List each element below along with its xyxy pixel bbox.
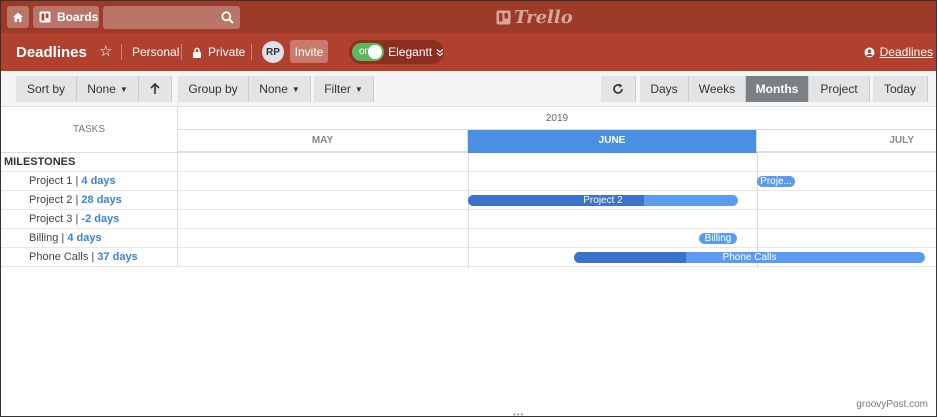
- task-duration: -2 days: [81, 213, 120, 225]
- privacy-label: Private: [208, 45, 246, 59]
- board-link[interactable]: Deadlines: [864, 45, 933, 59]
- tasks-column-header: TASKS: [1, 107, 178, 153]
- trello-logo[interactable]: Trello: [496, 7, 573, 28]
- group-label-milestones: MILESTONES: [1, 153, 178, 172]
- year-header: 2019: [178, 107, 936, 130]
- task-name: Project 1: [29, 175, 73, 187]
- divider: [251, 44, 252, 60]
- sort-direction-button[interactable]: [139, 76, 172, 102]
- search-icon: [221, 11, 234, 24]
- task-name: Project 3: [29, 213, 73, 225]
- filter-dropdown[interactable]: Filter ▼: [314, 76, 374, 102]
- view-days-label: Days: [650, 82, 678, 96]
- task-bar-billing[interactable]: Billing: [699, 233, 737, 244]
- home-button[interactable]: [7, 6, 29, 28]
- row-grid: [178, 210, 936, 229]
- month-header-may: MAY: [178, 130, 468, 153]
- row-grid: [178, 229, 936, 248]
- elegantt-toggle[interactable]: on Elegantt: [349, 40, 444, 64]
- row-grid: [178, 153, 936, 172]
- caret-down-icon: ▼: [119, 84, 128, 94]
- task-name: Phone Calls: [29, 251, 89, 263]
- divider: [181, 44, 182, 60]
- star-icon[interactable]: ☆: [99, 42, 112, 60]
- task-bar-label: Project 2: [583, 195, 623, 206]
- board-link-label: Deadlines: [879, 45, 933, 59]
- month-gridline: [468, 153, 469, 269]
- team-visibility-button[interactable]: Personal: [132, 45, 179, 59]
- view-project-label: Project: [820, 82, 858, 96]
- divider: [121, 44, 122, 60]
- task-row-project-2[interactable]: Project 2 | 28 days: [1, 191, 178, 210]
- gantt-chart: TASKS 2019 MAY JUNE JULY MILESTONES Proj…: [1, 107, 936, 269]
- task-name: Billing: [29, 232, 59, 244]
- view-weeks-label: Weeks: [698, 82, 736, 96]
- gantt-toolbar: Sort by None ▼ Group by None ▼ Filter ▼ Day…: [1, 71, 936, 107]
- top-bar: Boards Trello: [1, 1, 936, 33]
- group-by-button[interactable]: Group by: [178, 76, 249, 102]
- task-bar-project-1[interactable]: Proje...: [757, 176, 795, 187]
- task-name: Project 2: [29, 194, 73, 206]
- group-by-label: Group by: [188, 82, 238, 96]
- boards-button[interactable]: Boards: [33, 6, 99, 28]
- toggle-knob: [368, 45, 383, 59]
- boards-icon: [39, 11, 51, 23]
- row-grid: [178, 172, 936, 191]
- lock-icon: [193, 47, 201, 58]
- sort-dropdown[interactable]: None ▼: [77, 76, 139, 102]
- group-value: None: [259, 82, 288, 96]
- boards-label: Boards: [57, 10, 99, 24]
- month-header-july: JULY: [757, 130, 936, 153]
- filter-label: Filter: [324, 82, 351, 96]
- refresh-icon: [613, 83, 623, 94]
- task-row-project-3[interactable]: Project 3 | -2 days: [1, 210, 178, 229]
- task-bar-label: Phone Calls: [722, 252, 777, 263]
- refresh-button[interactable]: [601, 76, 636, 102]
- progress-fill: [574, 252, 687, 263]
- task-bar-phone-calls[interactable]: Phone Calls: [574, 252, 925, 263]
- privacy-button[interactable]: Private: [192, 45, 245, 59]
- chevron-double-down-icon: [436, 48, 444, 56]
- sort-by-label: Sort by: [26, 82, 65, 96]
- view-project-button[interactable]: Project: [809, 76, 870, 102]
- logo-text: Trello: [514, 7, 573, 28]
- task-duration: 4 days: [67, 232, 102, 244]
- board-title[interactable]: Deadlines: [16, 44, 87, 61]
- arrow-up-icon: [150, 83, 160, 94]
- caret-down-icon: ▼: [354, 84, 363, 94]
- view-months-label: Months: [755, 82, 799, 96]
- watermark: groovyPost.com: [856, 399, 928, 410]
- task-row-project-1[interactable]: Project 1 | 4 days: [1, 172, 178, 191]
- task-row-billing[interactable]: Billing | 4 days: [1, 229, 178, 248]
- trello-logo-icon: [496, 10, 511, 25]
- task-bar-label: Proje...: [760, 176, 792, 187]
- caret-down-icon: ▼: [291, 84, 300, 94]
- sort-value: None: [87, 82, 116, 96]
- avatar[interactable]: RP: [262, 41, 284, 63]
- search-input[interactable]: [103, 6, 240, 29]
- elegantt-label: Elegantt: [388, 45, 433, 59]
- task-bar-project-2[interactable]: Project 2: [468, 195, 738, 206]
- board-header: Deadlines ☆ Personal Private RP Invite o…: [1, 33, 936, 71]
- month-header-june: JUNE: [468, 130, 757, 153]
- task-duration: 4 days: [81, 175, 116, 187]
- view-days-button[interactable]: Days: [640, 76, 689, 102]
- resize-handle[interactable]: •••: [513, 410, 524, 417]
- view-months-button[interactable]: Months: [746, 76, 809, 102]
- group-dropdown[interactable]: None ▼: [249, 76, 311, 102]
- toggle-switch[interactable]: on: [352, 43, 385, 61]
- task-row-phone-calls[interactable]: Phone Calls | 37 days: [1, 248, 178, 267]
- sort-by-button[interactable]: Sort by: [16, 76, 77, 102]
- user-circle-icon: [864, 47, 875, 57]
- view-weeks-button[interactable]: Weeks: [689, 76, 746, 102]
- today-button[interactable]: Today: [873, 76, 928, 102]
- task-duration: 37 days: [97, 251, 138, 263]
- task-bar-label: Billing: [704, 233, 732, 244]
- today-label: Today: [883, 82, 917, 96]
- home-icon: [13, 12, 23, 22]
- invite-button[interactable]: Invite: [290, 40, 328, 63]
- task-duration: 28 days: [81, 194, 122, 206]
